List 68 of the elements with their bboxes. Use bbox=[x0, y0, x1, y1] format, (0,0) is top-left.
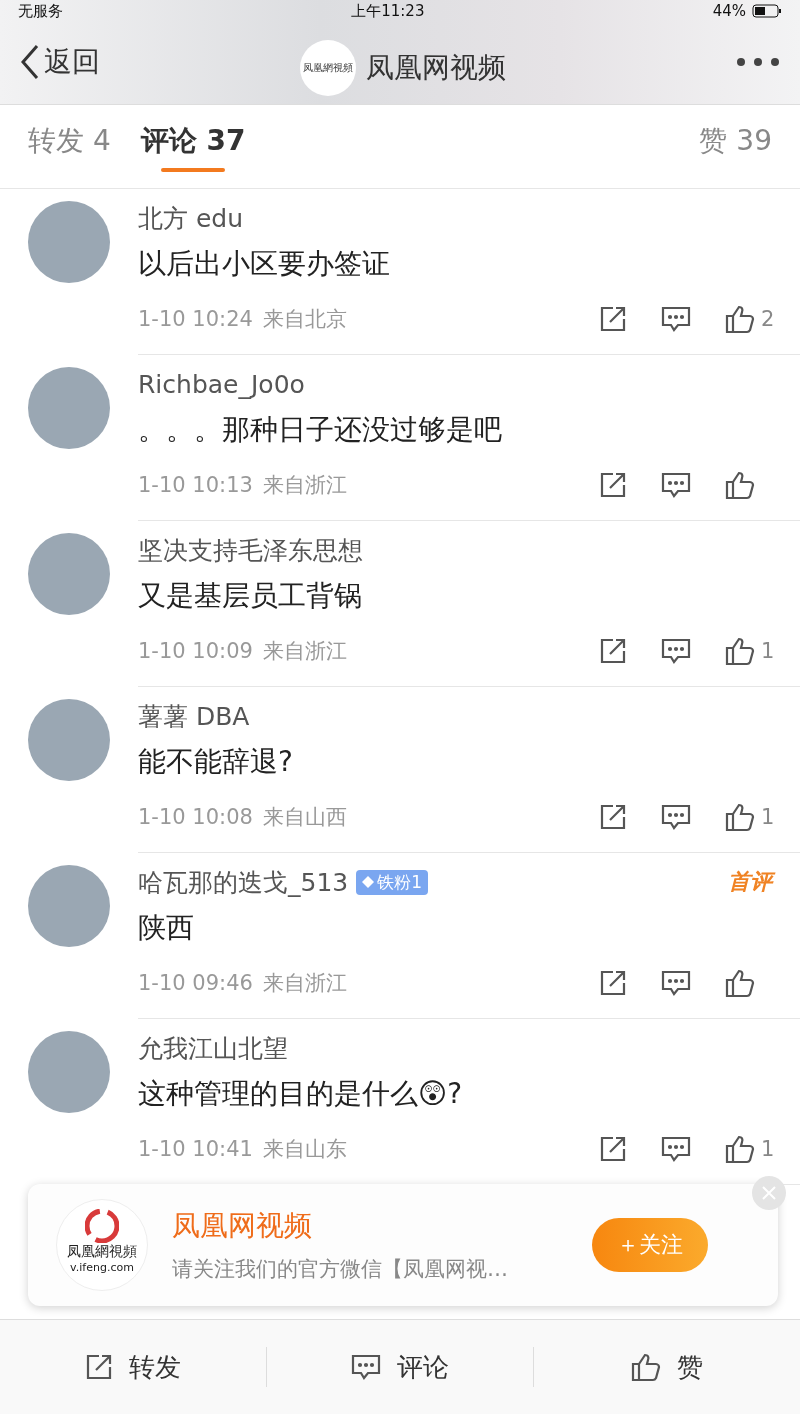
comment-time: 1-10 09:46 bbox=[138, 971, 253, 995]
comment-location: 来自浙江 bbox=[262, 970, 347, 997]
comment-location: 来自山西 bbox=[262, 804, 347, 831]
share-icon[interactable] bbox=[599, 969, 627, 997]
tab[interactable]: 转发 4 bbox=[28, 109, 111, 184]
share-icon[interactable] bbox=[599, 471, 627, 499]
user-name[interactable]: 哈瓦那的迭戈_513 bbox=[138, 865, 349, 899]
like-button[interactable]: 赞 bbox=[533, 1347, 800, 1387]
user-name[interactable]: 薯薯 DBA bbox=[138, 699, 250, 733]
comment-location: 来自浙江 bbox=[262, 638, 347, 665]
share-icon[interactable] bbox=[599, 1135, 627, 1163]
share-icon bbox=[85, 1353, 113, 1381]
clock-text: 上午11:23 bbox=[351, 1, 425, 21]
thumbs-up-icon[interactable] bbox=[725, 968, 755, 998]
comment-icon[interactable] bbox=[661, 305, 691, 333]
comment-icon[interactable] bbox=[661, 637, 691, 665]
comment-text: 又是基层员工背锅 bbox=[138, 578, 363, 614]
user-name[interactable]: Richbae_Jo0o bbox=[138, 369, 305, 399]
comment-time: 1-10 10:41 bbox=[138, 1137, 253, 1161]
comment-icon[interactable] bbox=[661, 471, 691, 499]
comment-text: 。。。那种日子还没过够是吧 bbox=[138, 412, 503, 448]
thumbs-up-icon[interactable] bbox=[725, 1134, 755, 1164]
share-icon[interactable] bbox=[599, 637, 627, 665]
comment-icon bbox=[351, 1353, 381, 1381]
more-icon[interactable] bbox=[736, 57, 780, 67]
like-count: 2 bbox=[761, 307, 775, 331]
like-count: 1 bbox=[761, 805, 775, 829]
comment-icon[interactable] bbox=[661, 969, 691, 997]
user-name[interactable]: 允我江山北望 bbox=[138, 1031, 288, 1065]
comment-button[interactable]: 评论 bbox=[266, 1347, 533, 1387]
comment-location: 来自浙江 bbox=[262, 472, 347, 499]
comment-time: 1-10 10:08 bbox=[138, 805, 253, 829]
repost-button[interactable]: 转发 bbox=[0, 1347, 266, 1387]
comment-icon[interactable] bbox=[661, 803, 691, 831]
thumbs-up-icon[interactable] bbox=[725, 304, 755, 334]
comment-time: 1-10 10:13 bbox=[138, 473, 253, 497]
channel-logo: 凤凰網視頻 v.ifeng.com bbox=[56, 1199, 148, 1291]
thumbs-up-icon[interactable] bbox=[725, 636, 755, 666]
comment-text: 陕西 bbox=[138, 910, 195, 946]
fan-badge: 铁粉1 bbox=[356, 869, 429, 895]
share-icon[interactable] bbox=[599, 803, 627, 831]
channel-avatar[interactable]: 凤凰網視頻 bbox=[300, 40, 356, 96]
thumbs-up-icon[interactable] bbox=[725, 802, 755, 832]
like-count: 1 bbox=[761, 639, 775, 663]
page-title: 凤凰网视频 bbox=[366, 50, 506, 86]
user-name[interactable]: 北方 edu bbox=[138, 201, 244, 235]
battery-text: 44% bbox=[712, 2, 746, 20]
back-button[interactable]: 返回 bbox=[20, 43, 100, 81]
thumbs-up-icon bbox=[631, 1352, 661, 1382]
comment-text: 能不能辞退? bbox=[138, 744, 294, 780]
share-icon[interactable] bbox=[599, 305, 627, 333]
banner-title: 凤凰网视频 bbox=[172, 1208, 313, 1244]
comment-time: 1-10 10:09 bbox=[138, 639, 253, 663]
comment-location: 来自山东 bbox=[262, 1136, 347, 1163]
comment-time: 1-10 10:24 bbox=[138, 307, 253, 331]
carrier-text: 无服务 bbox=[18, 1, 63, 21]
user-name[interactable]: 坚决支持毛泽东思想 bbox=[138, 533, 363, 567]
comment-text: 这种管理的目的是什么😲? bbox=[138, 1076, 464, 1112]
chevron-left-icon bbox=[20, 44, 40, 80]
tab[interactable]: 评论 37 bbox=[140, 109, 246, 184]
comment-location: 来自北京 bbox=[262, 306, 347, 333]
comment-text: 以后出小区要办签证 bbox=[138, 246, 391, 282]
likes-count[interactable]: 赞 39 bbox=[699, 121, 772, 160]
like-count: 1 bbox=[761, 1137, 775, 1161]
battery-icon bbox=[752, 4, 782, 18]
comment-icon[interactable] bbox=[661, 1135, 691, 1163]
banner-subtitle: 请关注我们的官方微信【凤凰网视… bbox=[172, 1256, 509, 1283]
thumbs-up-icon[interactable] bbox=[725, 470, 755, 500]
